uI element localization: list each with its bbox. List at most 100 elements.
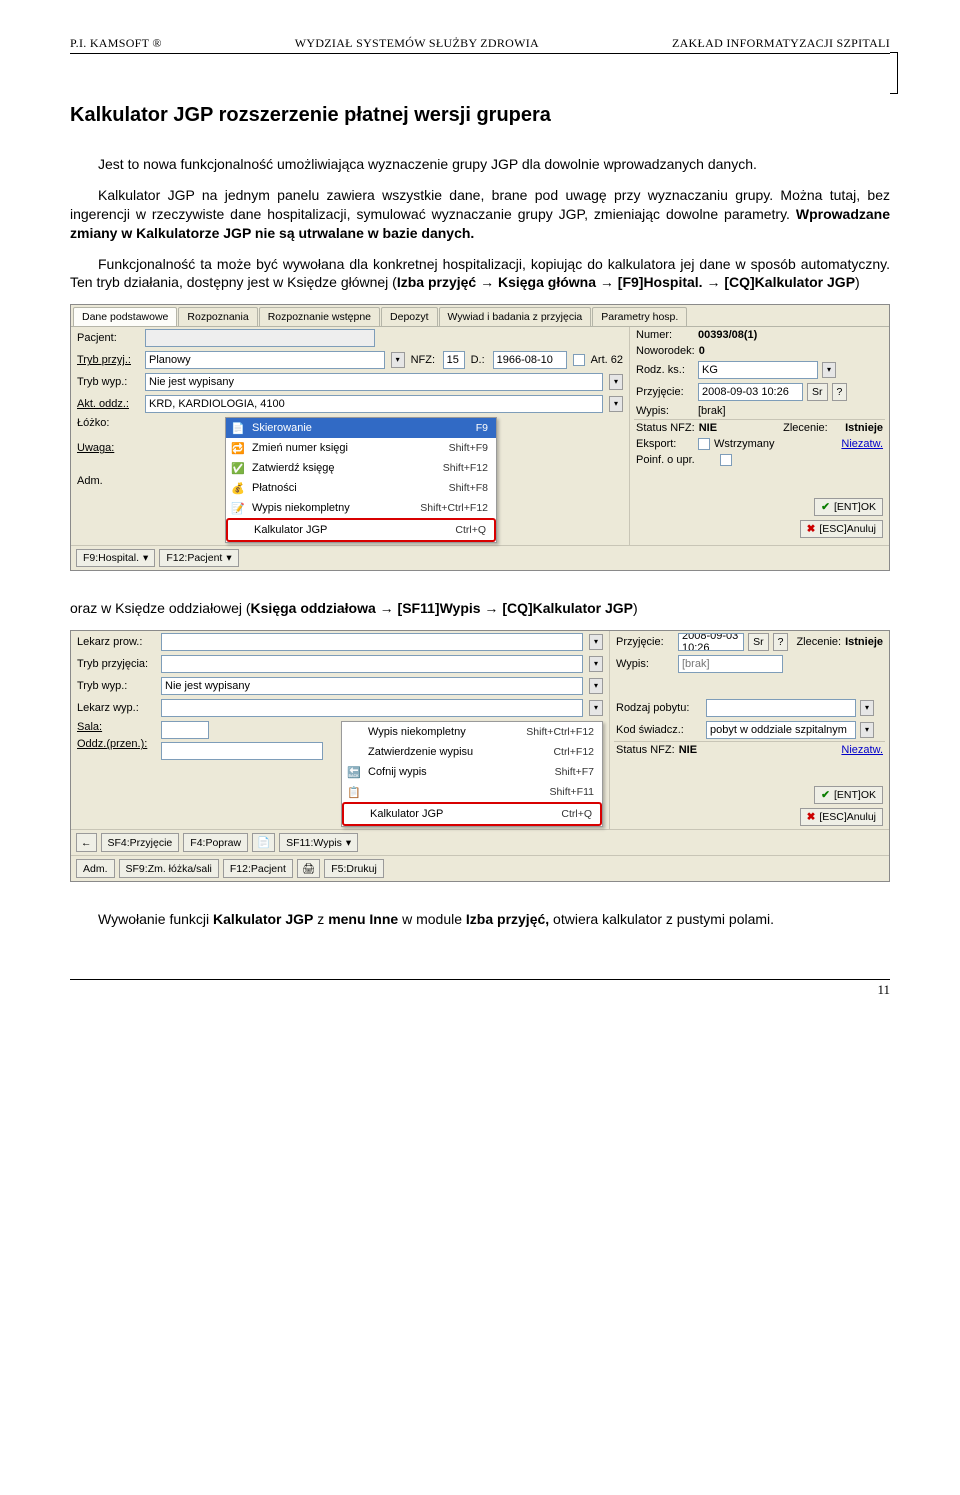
header-right: ZAKŁAD INFORMATYZACJI SZPITALI [672, 36, 890, 51]
label-zlecenie: Zlecenie: [796, 636, 841, 648]
tab-parametry[interactable]: Parametry hosp. [592, 307, 687, 326]
dropdown-icon[interactable]: ▾ [609, 396, 623, 412]
menu-kalkulator-jgp[interactable]: Kalkulator JGPCtrl+Q [342, 802, 602, 826]
text-bold: Izba przyjęć → Księga główna → [F9]Hospi… [397, 274, 855, 290]
wypis-button[interactable]: SF11:Wypis ▾ [279, 833, 358, 852]
menu-shortcut: Shift+F8 [449, 482, 488, 494]
checkbox-wstrzymany[interactable] [698, 438, 710, 450]
pacjent-button[interactable]: F12:Pacjent [223, 859, 293, 878]
dropdown-icon[interactable]: ▾ [589, 634, 603, 650]
drukuj-button[interactable]: F5:Drukuj [324, 859, 384, 878]
kod-swiadcz-field[interactable]: pobyt w oddziale szpitalnym [706, 721, 856, 739]
tab-dane-podstawowe[interactable]: Dane podstawowe [73, 307, 177, 326]
status-nfz-value: NIE [699, 422, 717, 434]
tab-rozpoznanie-wstepne[interactable]: Rozpoznanie wstępne [259, 307, 380, 326]
lekarz-wyp-field[interactable] [161, 699, 583, 717]
label-status-nfz: Status NFZ: [616, 744, 675, 756]
text: z [313, 911, 328, 927]
dropdown-icon[interactable]: ▾ [609, 374, 623, 390]
menu-shortcut: F9 [476, 422, 488, 434]
tryb-wyp-field[interactable]: Nie jest wypisany [145, 373, 603, 391]
link-niezatw[interactable]: Niezatw. [841, 438, 883, 450]
dropdown-icon[interactable]: ▾ [822, 362, 836, 378]
tryb-przyjecia-field[interactable] [161, 655, 583, 673]
tab-wywiad[interactable]: Wywiad i badania z przyjęcia [439, 307, 592, 326]
header-left: P.I. KAMSOFT ® [70, 36, 162, 51]
sr-button[interactable]: Sr [748, 633, 769, 651]
label-adm: Adm. [77, 475, 139, 487]
text-bold: Izba przyjęć, [466, 911, 549, 927]
menu-skierowanie[interactable]: 📄 Skierowanie F9 [226, 418, 496, 438]
przyjecie-field[interactable]: 2008-09-03 10:26 [698, 383, 803, 401]
chevron-down-icon: ▾ [346, 837, 351, 849]
check-icon: ✅ [230, 461, 246, 475]
dropdown-icon[interactable]: ▾ [860, 722, 874, 738]
lekarz-field[interactable] [161, 633, 583, 651]
menu-label: Kalkulator JGP [254, 524, 449, 536]
close-icon: ✖ [807, 811, 816, 823]
dropdown-icon[interactable]: ▾ [589, 700, 603, 716]
tab-depozyt[interactable]: Depozyt [381, 307, 438, 326]
menu-wypis-niekompletny[interactable]: 📝 Wypis niekompletny Shift+Ctrl+F12 [226, 498, 496, 518]
blank-icon [346, 725, 362, 739]
prev-button[interactable]: ← [76, 833, 97, 852]
dropdown-icon[interactable]: ▾ [391, 352, 405, 368]
menu-item[interactable]: 📋Shift+F11 [342, 782, 602, 802]
przyjecie-field[interactable]: 2008-09-03 10:26 [678, 633, 744, 651]
bottom-toolbar: F9:Hospital. ▾ F12:Pacjent ▾ [71, 545, 889, 570]
help-icon[interactable]: ? [773, 633, 789, 651]
menu-zatwierdz[interactable]: ✅ Zatwierdź księgę Shift+F12 [226, 458, 496, 478]
menu-shortcut: Shift+F11 [550, 786, 594, 798]
rodz-ks-field[interactable]: KG [698, 361, 818, 379]
cancel-button[interactable]: ✖[ESC]Anuluj [800, 520, 883, 538]
menu-cofnij-wypis[interactable]: 🔙Cofnij wypisShift+F7 [342, 762, 602, 782]
checkbox-art62[interactable] [573, 354, 585, 366]
sr-button[interactable]: Sr [807, 383, 828, 401]
zm-lozka-button[interactable]: SF9:Zm. łóżka/sali [119, 859, 219, 878]
ok-button[interactable]: ✔[ENT]OK [814, 498, 883, 516]
menu-wypis-niekompletny[interactable]: Wypis niekompletnyShift+Ctrl+F12 [342, 722, 602, 742]
dropdown-icon[interactable]: ▾ [860, 700, 874, 716]
blank-icon [346, 745, 362, 759]
sala-field[interactable] [161, 721, 209, 739]
menu-label: Zmień numer księgi [252, 442, 443, 454]
pacjent-field [145, 329, 375, 347]
adm-button[interactable]: Adm. [76, 859, 115, 878]
text: Kalkulator JGP na jednym panelu zawiera … [70, 187, 890, 222]
menu-label: Wypis niekompletny [252, 502, 414, 514]
menu-platnosci[interactable]: 💰 Płatności Shift+F8 [226, 478, 496, 498]
checkbox-poinf[interactable] [720, 454, 732, 466]
label-noworodek: Noworodek: [636, 345, 695, 357]
popraw-button[interactable]: F4:Popraw [183, 833, 248, 852]
button-label: F12:Pacjent [166, 552, 222, 564]
pacjent-button[interactable]: F12:Pacjent ▾ [159, 549, 238, 567]
menu-shortcut: Ctrl+Q [561, 808, 592, 820]
menu-kalkulator-jgp[interactable]: Kalkulator JGP Ctrl+Q [226, 518, 496, 542]
button-label: F9:Hospital. [83, 552, 139, 564]
oddz-field[interactable] [161, 742, 323, 760]
tryb-wyp-field[interactable]: Nie jest wypisany [161, 677, 583, 695]
wypis-field[interactable]: [brak] [678, 655, 783, 673]
label-rodzaj-pobytu: Rodzaj pobytu: [616, 702, 702, 714]
doc-icon[interactable]: 📄 [252, 833, 275, 852]
dropdown-icon[interactable]: ▾ [589, 678, 603, 694]
akt-oddz-field[interactable]: KRD, KARDIOLOGIA, 4100 [145, 395, 603, 413]
label-uwaga: Uwaga: [77, 442, 139, 454]
text: Wywołanie funkcji [98, 911, 213, 927]
print-icon[interactable]: 🖨 [297, 859, 320, 878]
help-icon[interactable]: ? [832, 383, 848, 401]
dropdown-icon[interactable]: ▾ [589, 656, 603, 672]
nfz-field[interactable]: 15 [443, 351, 465, 369]
przyjecie-button[interactable]: SF4:Przyjęcie [101, 833, 180, 852]
menu-zmien-numer[interactable]: 🔁 Zmień numer księgi Shift+F9 [226, 438, 496, 458]
link-niezatw[interactable]: Niezatw. [841, 744, 883, 756]
text: ) [633, 600, 638, 616]
menu-zatwierdzenie-wypisu[interactable]: Zatwierdzenie wypisuCtrl+F12 [342, 742, 602, 762]
hospital-button[interactable]: F9:Hospital. ▾ [76, 549, 155, 567]
d-field[interactable]: 1966-08-10 [493, 351, 567, 369]
tab-rozpoznania[interactable]: Rozpoznania [178, 307, 257, 326]
tryb-przyj-field[interactable]: Planowy [145, 351, 385, 369]
cancel-button[interactable]: ✖[ESC]Anuluj [800, 808, 883, 826]
rodzaj-pobytu-field[interactable] [706, 699, 856, 717]
ok-button[interactable]: ✔[ENT]OK [814, 786, 883, 804]
